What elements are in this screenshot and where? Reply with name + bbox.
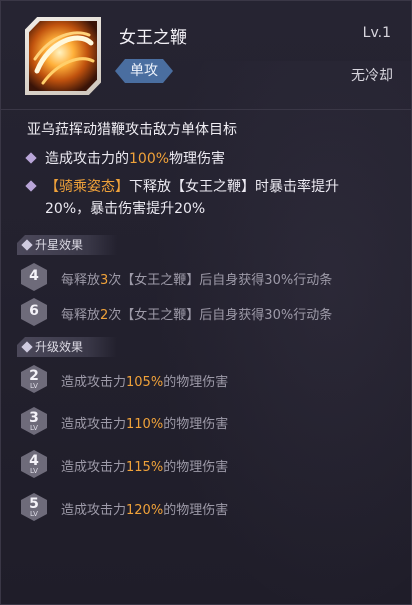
upgrade-section-header: 升级效果 <box>17 337 117 357</box>
section-title: 升级效果 <box>35 340 84 354</box>
skill-header: 女王之鞭 单攻 Lv.1 无冷却 <box>1 1 411 110</box>
row-text: 的物理伤害 <box>163 460 229 475</box>
effect-item: 造成攻击力的100%物理伤害 <box>25 148 226 170</box>
effect-text: 造成攻击力的 <box>45 151 129 167</box>
row-text: 的物理伤害 <box>163 417 229 432</box>
row-text: 次【女王之鞭】后自身获得30%行动条 <box>108 308 333 323</box>
level-badge-icon: 3 LV <box>21 407 47 435</box>
row-text: 造成攻击力 <box>61 503 127 518</box>
skill-description: 亚乌菈挥动猎鞭攻击敌方单体目标 <box>27 122 237 138</box>
effect-text: 下释放【女王之鞭】时暴击率提升 <box>129 179 339 195</box>
row-text: 次【女王之鞭】后自身获得30%行动条 <box>108 273 333 288</box>
lv-label: LV <box>30 424 38 432</box>
row-text: 每释放 <box>61 308 101 323</box>
row-highlight: 115% <box>126 460 164 475</box>
row-text: 的物理伤害 <box>163 503 229 518</box>
star-number: 6 <box>29 303 39 319</box>
row-highlight: 110% <box>126 417 164 432</box>
skill-level: Lv.1 <box>362 25 391 41</box>
diamond-bullet-icon <box>25 152 37 164</box>
effect-text: 物理伤害 <box>169 151 226 167</box>
level-badge-icon: 5 LV <box>21 493 47 521</box>
star-badge-icon: 6 <box>21 298 47 326</box>
diamond-icon <box>21 239 33 251</box>
whip-slash-icon <box>25 17 101 95</box>
diamond-bullet-icon <box>25 180 37 192</box>
cooldown-text: 无冷却 <box>351 68 393 84</box>
lv-label: LV <box>30 510 38 518</box>
row-highlight: 105% <box>126 375 164 390</box>
level-badge-icon: 4 LV <box>21 450 47 478</box>
skill-name: 女王之鞭 <box>119 28 187 48</box>
diamond-icon <box>21 341 33 353</box>
row-text: 造成攻击力 <box>61 417 127 432</box>
section-title: 升星效果 <box>35 238 84 252</box>
star-section-header: 升星效果 <box>17 235 117 255</box>
row-text: 造成攻击力 <box>61 375 127 390</box>
star-number: 4 <box>29 268 39 284</box>
lv-label: LV <box>30 382 38 390</box>
effect-text-line2: 20%，暴击伤害提升20% <box>45 201 206 217</box>
row-highlight: 120% <box>126 503 164 518</box>
background-art <box>151 61 411 604</box>
row-text: 造成攻击力 <box>61 460 127 475</box>
row-text: 的物理伤害 <box>163 375 229 390</box>
effect-item: 【骑乘姿态】下释放【女王之鞭】时暴击率提升 20%，暴击伤害提升20% <box>25 176 339 220</box>
level-badge-icon: 2 LV <box>21 365 47 393</box>
effect-highlight: 100% <box>129 151 170 167</box>
skill-tooltip-panel: 女王之鞭 单攻 Lv.1 无冷却 亚乌菈挥动猎鞭攻击敌方单体目标 造成攻击力的1… <box>0 0 412 605</box>
effect-highlight: 【骑乘姿态】 <box>45 179 129 195</box>
star-badge-icon: 4 <box>21 263 47 291</box>
attack-type-tag: 单攻 <box>115 59 173 83</box>
lv-label: LV <box>30 467 38 475</box>
row-text: 每释放 <box>61 273 101 288</box>
